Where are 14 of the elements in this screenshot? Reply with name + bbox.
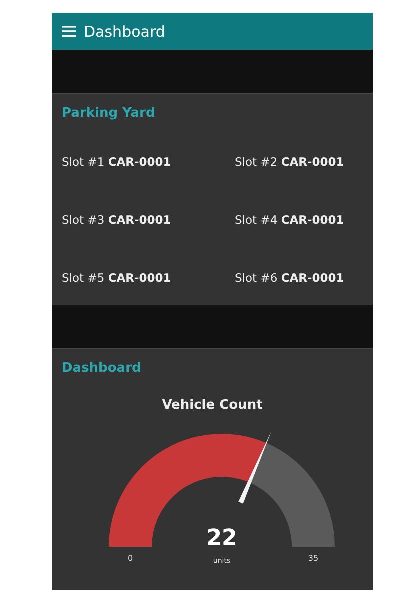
panel-title: Dashboard bbox=[62, 361, 142, 376]
slot-text: Slot #4 CAR-0001 bbox=[235, 213, 344, 227]
gauge-max: 35 bbox=[308, 554, 319, 563]
gauge-min: 0 bbox=[128, 554, 134, 563]
gauge-value: 22 bbox=[206, 526, 238, 551]
header-title: Dashboard bbox=[84, 22, 166, 40]
menu-icon[interactable] bbox=[62, 26, 76, 37]
slot-text: Slot #6 CAR-0001 bbox=[235, 271, 344, 285]
gauge-title: Vehicle Count bbox=[162, 398, 263, 413]
slot-text: Slot #2 CAR-0001 bbox=[235, 155, 344, 169]
slot-text: Slot #1 CAR-0001 bbox=[62, 155, 172, 169]
slot-text: Slot #5 CAR-0001 bbox=[62, 271, 172, 285]
panel-title: Parking Yard bbox=[62, 106, 156, 121]
slot-text: Slot #3 CAR-0001 bbox=[62, 213, 172, 227]
